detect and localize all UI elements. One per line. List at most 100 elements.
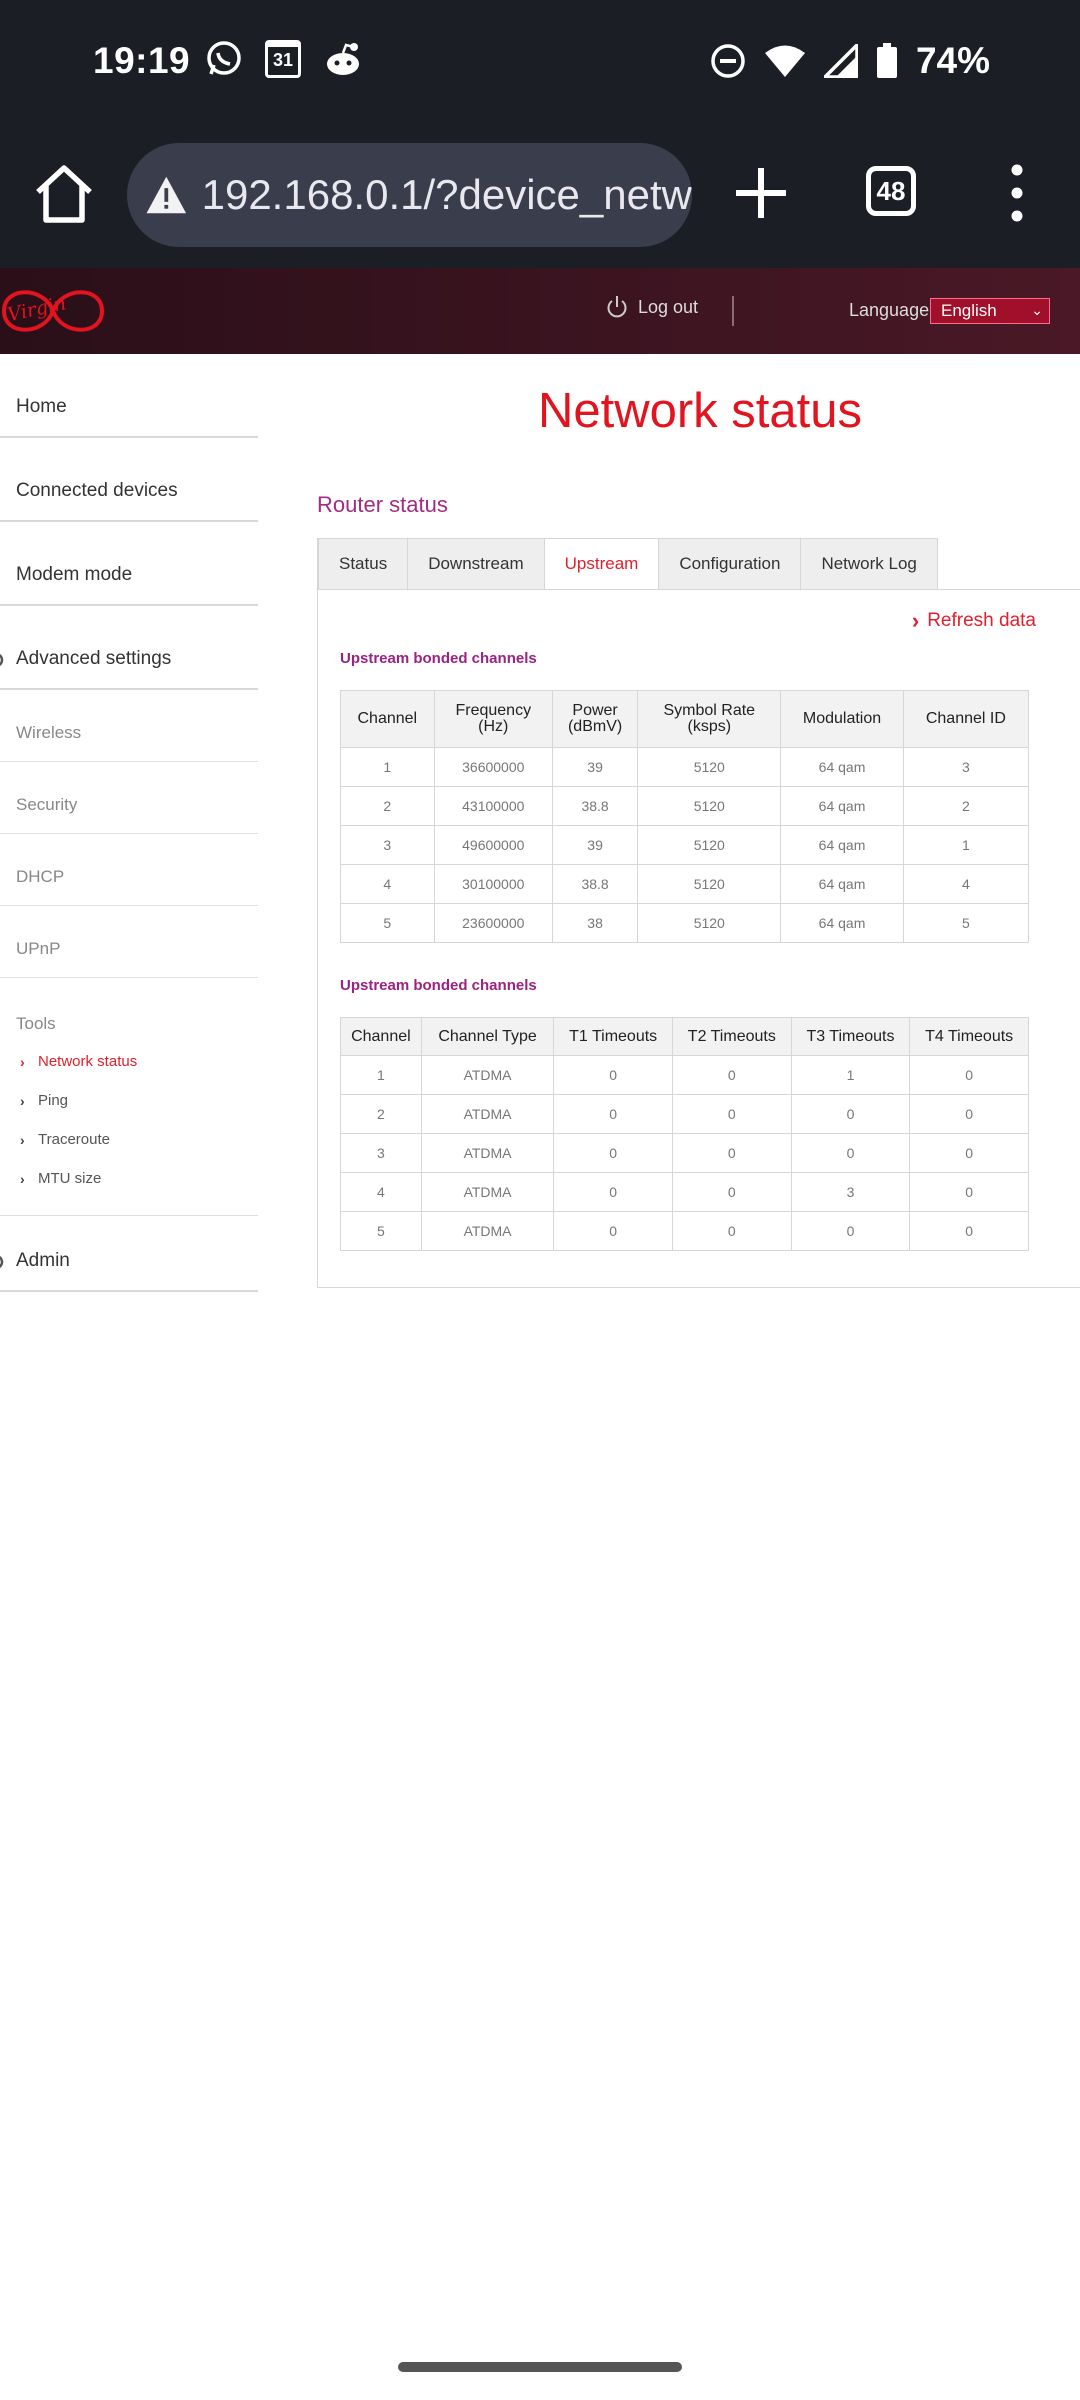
tab-bar: Status Downstream Upstream Configuration…: [318, 538, 938, 590]
devices-icon: [0, 482, 6, 502]
sidebar-item-label: MTU size: [38, 1170, 102, 1187]
sidebar-item-label: Modem mode: [16, 564, 133, 585]
calendar-date: 31: [272, 50, 294, 70]
table-cell: 5: [340, 903, 435, 943]
notification-icons: 31: [205, 40, 363, 78]
sidebar-tools-heading[interactable]: Tools: [0, 978, 258, 1042]
table-cell: 0: [671, 1172, 792, 1212]
table-cell: 0: [909, 1172, 1029, 1212]
table-cell: 0: [790, 1133, 911, 1173]
column-header: Channel: [340, 690, 435, 748]
refresh-data-link[interactable]: › Refresh data: [912, 608, 1036, 634]
table-cell: 5120: [637, 786, 782, 826]
column-header: Channel: [340, 1017, 422, 1056]
home-icon[interactable]: [30, 160, 98, 228]
table-cell: ATDMA: [420, 1133, 555, 1173]
table-cell: 38.8: [551, 786, 639, 826]
new-tab-icon[interactable]: [728, 160, 794, 226]
more-options-icon[interactable]: [1000, 162, 1034, 224]
column-header-line: (dBmV): [567, 718, 623, 735]
sidebar-item-connected-devices[interactable]: Connected devices: [0, 438, 258, 522]
sidebar-item-ping[interactable]: › Ping: [0, 1081, 258, 1120]
tab-count: 48: [876, 175, 906, 206]
table-cell: 39: [551, 825, 639, 865]
table-cell: ATDMA: [420, 1172, 555, 1212]
table-cell: 3: [902, 747, 1030, 787]
table-cell: 43100000: [433, 786, 553, 826]
table-cell: 5: [340, 1211, 422, 1251]
tab-downstream[interactable]: Downstream: [407, 538, 544, 590]
column-header-line: Symbol Rate: [663, 702, 756, 719]
table-cell: 64 qam: [780, 903, 904, 943]
column-header: Modulation: [780, 690, 904, 748]
table-cell: 0: [553, 1211, 673, 1251]
tab-status[interactable]: Status: [318, 538, 408, 590]
table-cell: 0: [671, 1211, 792, 1251]
refresh-label: Refresh data: [927, 610, 1036, 631]
language-value: English: [941, 301, 997, 320]
column-header: Symbol Rate (ksps): [637, 690, 782, 748]
sidebar-item-dhcp[interactable]: DHCP: [0, 834, 258, 906]
cell-signal-icon: [823, 44, 858, 78]
gesture-nav-bar[interactable]: [398, 2362, 682, 2372]
address-bar[interactable]: 192.168.0.1/?device_netw: [127, 143, 692, 247]
table-cell: 4: [340, 1172, 422, 1212]
sidebar-item-label: Ping: [38, 1092, 69, 1109]
table-cell: 3: [790, 1172, 911, 1212]
table-cell: ATDMA: [420, 1094, 555, 1134]
url-text[interactable]: 192.168.0.1/?device_netw: [202, 171, 692, 219]
table-cell: 0: [671, 1133, 792, 1173]
table-cell: 2: [340, 1094, 422, 1134]
virgin-media-logo[interactable]: Virgin: [0, 276, 112, 346]
sidebar-item-modem-mode[interactable]: Modem mode: [0, 522, 258, 606]
column-header: T3 Timeouts: [790, 1017, 911, 1056]
chevron-down-icon: ⌄: [1031, 302, 1043, 318]
browser-chrome: 19:19 31 74% 192.168.0.1/?device_netw 48: [0, 0, 1080, 268]
system-icons: 74%: [710, 40, 990, 82]
sidebar-item-traceroute[interactable]: › Traceroute: [0, 1120, 258, 1159]
language-select[interactable]: English ⌄: [930, 298, 1050, 324]
table-cell: 39: [551, 747, 639, 787]
sidebar-item-wireless[interactable]: Wireless: [0, 690, 258, 762]
table-cell: 23600000: [433, 903, 553, 943]
tab-upstream[interactable]: Upstream: [543, 538, 659, 590]
table-cell: 1: [340, 1055, 422, 1095]
sidebar-item-advanced-settings[interactable]: Advanced settings: [0, 606, 258, 690]
gear-icon: [0, 653, 4, 667]
column-header-line: Channel: [357, 710, 418, 727]
table-cell: 4: [902, 864, 1030, 904]
logout-button[interactable]: Log out: [606, 295, 698, 319]
chevron-right-icon: ›: [20, 1131, 25, 1148]
upstream-channels-table: Channel Frequency (Hz) Power (dBmV) Symbol Ra…: [340, 690, 1030, 943]
table-cell: 36600000: [433, 747, 553, 787]
table-cell: 2: [340, 786, 435, 826]
warning-icon[interactable]: [145, 169, 188, 221]
tab-network-log[interactable]: Network Log: [800, 538, 938, 590]
tab-switcher-button[interactable]: 48: [866, 166, 916, 216]
table-header-row: Channel Frequency (Hz) Power (dBmV) Symbol Ra…: [340, 690, 1030, 748]
header-divider: [732, 296, 734, 326]
table-cell: 0: [909, 1211, 1029, 1251]
tab-underline: [318, 589, 1080, 590]
sidebar-item-security[interactable]: Security: [0, 762, 258, 834]
table-cell: 0: [909, 1133, 1029, 1173]
router-status-panel: Status Downstream Upstream Configuration…: [317, 538, 1080, 1288]
sidebar-item-mtu-size[interactable]: › MTU size: [0, 1159, 258, 1198]
table-cell: 64 qam: [780, 864, 904, 904]
table-caption: Upstream bonded channels: [340, 650, 537, 667]
sidebar-item-upnp[interactable]: UPnP: [0, 906, 258, 978]
sidebar-item-admin[interactable]: Admin: [0, 1216, 258, 1292]
column-header: Channel Type: [420, 1017, 555, 1056]
upstream-timeouts-table: Channel Channel Type T1 Timeouts T2 Timeout…: [340, 1017, 1029, 1251]
table-cell: ATDMA: [420, 1211, 555, 1251]
table-cell: 49600000: [433, 825, 553, 865]
table-cell: 1: [790, 1055, 911, 1095]
table-row: 5 ATDMA 0 0 0 0: [340, 1211, 1029, 1251]
site-header: Virgin Log out Language English ⌄: [0, 268, 1080, 354]
table-cell: 64 qam: [780, 747, 904, 787]
table-row: 4 30100000 38.8 5120 64 qam 4: [340, 864, 1030, 904]
column-header: Power (dBmV): [551, 690, 639, 748]
admin-icon: [0, 1255, 4, 1269]
sidebar-item-network-status[interactable]: › Network status: [0, 1042, 258, 1081]
tab-configuration[interactable]: Configuration: [658, 538, 801, 590]
